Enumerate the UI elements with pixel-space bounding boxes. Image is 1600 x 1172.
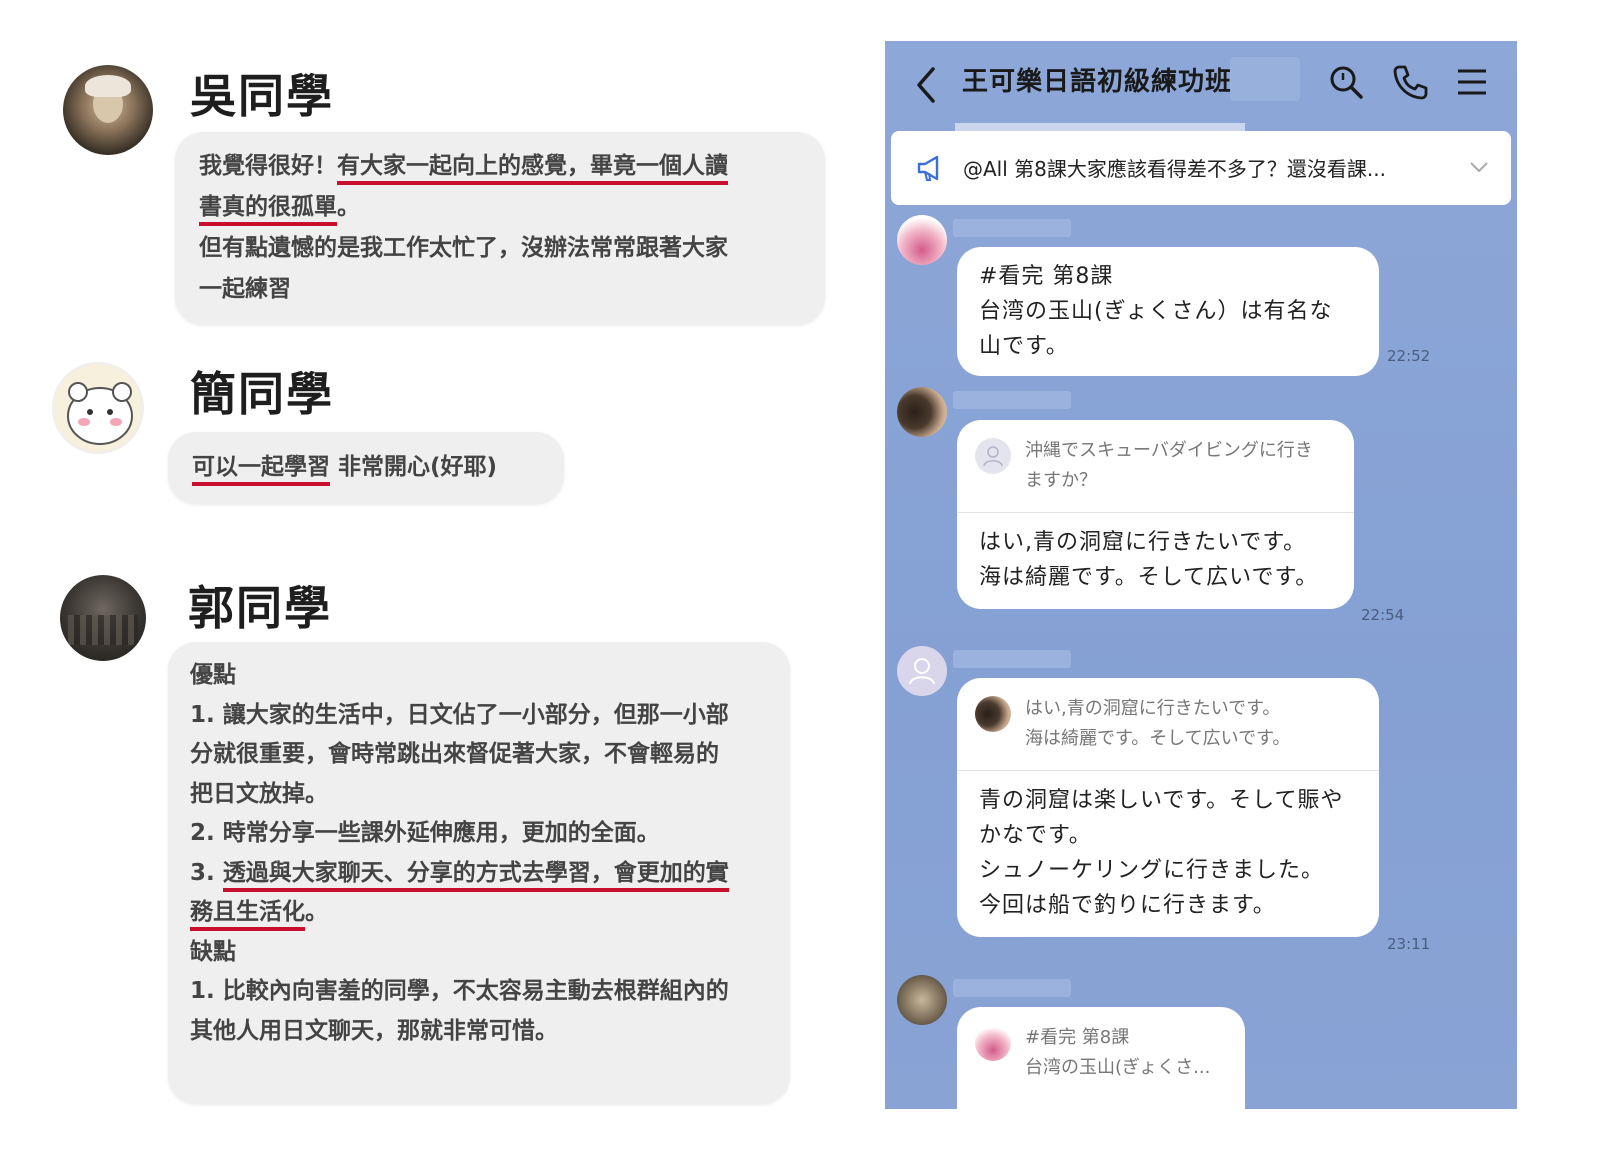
- chat-header: 王可樂日語初級練功班: [885, 41, 1517, 131]
- member-avatar[interactable]: [897, 215, 947, 265]
- line: 3. 透過與大家聊天、分享的方式去學習，會更加的實: [190, 854, 768, 894]
- line: 缺點: [190, 938, 236, 965]
- testimonial-bubble-wu: 我覺得很好！有大家一起向上的感覺，畢竟一個人讀 書真的很孤單。 但有點遺憾的是我…: [175, 132, 825, 325]
- sender-name-redacted: [953, 979, 1071, 997]
- avatar-guo: [60, 575, 146, 661]
- message-time: 22:52: [1387, 347, 1431, 365]
- line: 把日文放掉。: [190, 780, 328, 807]
- reply-message[interactable]: #看完 第8課 台湾の玉山(ぎょくさ...: [957, 1007, 1245, 1109]
- quoted-message[interactable]: 沖縄でスキューバダイビングに行き ますか？: [957, 420, 1354, 513]
- photo-crowd: [68, 615, 138, 645]
- search-icon[interactable]: [1327, 63, 1365, 101]
- quoted-avatar: [975, 438, 1011, 474]
- line: 1. 讓大家的生活中，日文佔了一小部分，但那一小部: [190, 701, 729, 728]
- title-redaction: [1230, 57, 1300, 101]
- member-avatar[interactable]: [897, 387, 947, 437]
- message-time: 23:11: [1387, 935, 1431, 953]
- sender-name-redacted: [953, 650, 1071, 668]
- student-name-guo: 郭同學: [188, 581, 332, 635]
- line: 一起練習: [199, 276, 291, 302]
- line: 2. 時常分享一些課外延伸應用，更加的全面。: [190, 820, 660, 846]
- chevron-down-icon[interactable]: [1467, 155, 1491, 179]
- menu-icon[interactable]: [1453, 63, 1491, 101]
- reply-message[interactable]: 沖縄でスキューバダイビングに行き ますか？ はい,青の洞窟に行きたいです。 海は…: [957, 420, 1354, 609]
- announcement-bar[interactable]: @All 第8課大家應該看得差不多了？還沒看課...: [891, 131, 1511, 205]
- chat-title: 王可樂日語初級練功班: [962, 67, 1233, 97]
- line: 務且生活化。: [190, 893, 768, 933]
- user-icon: [983, 446, 1003, 467]
- chat-message[interactable]: #看完 第8課 台湾の玉山(ぎょくさん）は有名な 山です。: [957, 247, 1379, 376]
- back-icon[interactable]: [913, 63, 939, 107]
- line: 我覺得很好！有大家一起向上的感覺，畢竟一個人讀: [199, 146, 801, 187]
- message-text: 青の洞窟は楽しいです。そして賑や かなです。 シュノーケリングに行きました。 今…: [979, 788, 1344, 918]
- testimonial-bubble-guo: 優點 1. 讓大家的生活中，日文佔了一小部分，但那一小部 分就很重要，會時常跳出…: [168, 642, 790, 1104]
- header-underline: [955, 123, 1245, 131]
- line: 書真的很孤單。: [199, 187, 801, 228]
- phone-icon[interactable]: [1391, 63, 1429, 101]
- announcement-text: @All 第8課大家應該看得差不多了？還沒看課...: [963, 157, 1386, 181]
- quoted-message[interactable]: はい,青の洞窟に行きたいです。 海は綺麗です。そして広いです。: [957, 678, 1379, 771]
- line: 分就很重要，會時常跳出來督促著大家，不會輕易的: [190, 741, 719, 767]
- member-avatar[interactable]: [897, 975, 947, 1025]
- testimonial-bubble-jian: 可以一起學習 非常開心(好耶): [168, 432, 564, 504]
- message-time: 22:54: [1361, 606, 1405, 624]
- user-icon: [909, 658, 935, 685]
- line: 1. 比較內向害羞的同學，不太容易主動去根群組內的: [190, 978, 729, 1004]
- quoted-avatar: [975, 1025, 1011, 1061]
- sender-name-redacted: [953, 391, 1071, 409]
- line: 可以一起學習 非常開心(好耶): [192, 447, 540, 488]
- hamster-icon: [67, 382, 133, 445]
- avatar-wu: [63, 65, 153, 155]
- student-name-wu: 吳同學: [190, 69, 334, 123]
- avatar-jian: [52, 362, 144, 454]
- line: 其他人用日文聊天，那就非常可惜。: [190, 1017, 558, 1044]
- portrait-hair: [85, 75, 131, 97]
- message-text: #看完 第8課 台湾の玉山(ぎょくさん）は有名な 山です。: [979, 264, 1333, 359]
- quoted-message[interactable]: #看完 第8課 台湾の玉山(ぎょくさ...: [957, 1007, 1245, 1099]
- member-avatar[interactable]: [897, 646, 947, 696]
- quoted-avatar: [975, 696, 1011, 732]
- student-name-jian: 簡同學: [190, 367, 334, 421]
- chat-window: 王可樂日語初級練功班 @All 第8課大家應該看得差不多了？還沒看課... #看…: [885, 41, 1517, 1109]
- reply-message[interactable]: はい,青の洞窟に行きたいです。 海は綺麗です。そして広いです。 青の洞窟は楽しい…: [957, 678, 1379, 937]
- message-text: はい,青の洞窟に行きたいです。 海は綺麗です。そして広いです。: [979, 530, 1319, 590]
- line: 但有點遺憾的是我工作太忙了，沒辦法常常跟著大家: [199, 235, 728, 261]
- sender-name-redacted: [953, 219, 1071, 237]
- line: 優點: [190, 662, 236, 688]
- megaphone-icon: [917, 155, 939, 181]
